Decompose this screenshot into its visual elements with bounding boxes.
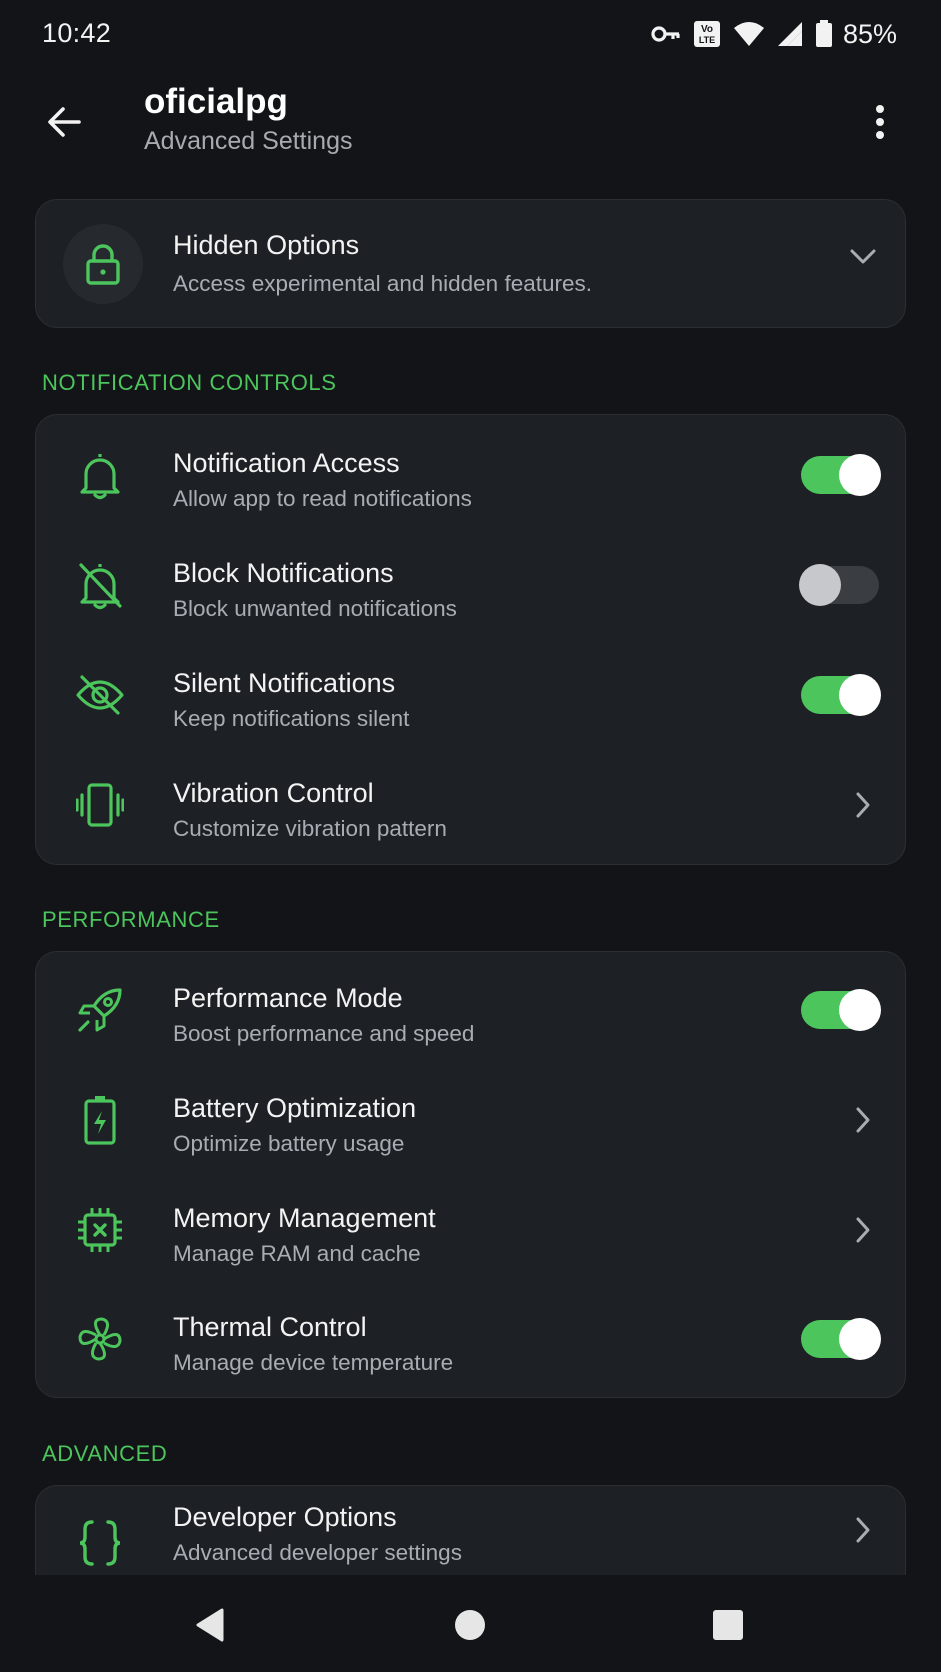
row-subtitle: Optimize battery usage — [173, 1131, 405, 1156]
toggle-knob — [799, 564, 841, 606]
volte-icon: Vo LTE — [693, 20, 721, 48]
row-subtitle: Manage device temperature — [173, 1350, 454, 1375]
row-subtitle: Advanced developer settings — [173, 1540, 462, 1565]
toggle-knob — [839, 454, 881, 496]
row-subtitle: Allow app to read notifications — [173, 486, 472, 511]
row-title: Block Notifications — [173, 558, 394, 588]
bell-icon — [70, 448, 130, 502]
row-subtitle: Manage RAM and cache — [173, 1241, 421, 1266]
row-subtitle: Keep notifications silent — [173, 706, 410, 731]
row-title: Battery Optimization — [173, 1093, 417, 1123]
thermal-control-row[interactable]: Thermal Control Manage device temperatur… — [36, 1284, 907, 1394]
block-notifications-toggle[interactable] — [799, 564, 879, 606]
section-header-performance: PERFORMANCE — [42, 907, 220, 932]
svg-text:Vo: Vo — [701, 24, 713, 35]
code-braces-icon — [70, 1516, 130, 1570]
eye-off-icon — [70, 668, 130, 722]
svg-text:LTE: LTE — [699, 35, 715, 45]
nav-home-icon — [455, 1610, 485, 1640]
memory-chip-icon — [70, 1203, 130, 1257]
vibration-control-row[interactable]: Vibration Control Customize vibration pa… — [36, 750, 907, 860]
page-subtitle: Advanced Settings — [144, 127, 353, 155]
chevron-right-icon — [856, 1517, 870, 1543]
battery-percent: 85% — [842, 18, 897, 49]
chevron-down-icon[interactable] — [849, 248, 877, 271]
vibration-icon — [70, 778, 130, 832]
performance-mode-row[interactable]: Performance Mode Boost performance and s… — [36, 955, 907, 1065]
row-title: Silent Notifications — [173, 668, 396, 698]
arrow-back-icon — [48, 107, 81, 137]
status-time: 10:42 — [42, 18, 112, 48]
toggle-knob — [839, 674, 881, 716]
notification-access-row[interactable]: Notification Access Allow app to read no… — [36, 420, 907, 530]
more-options-button[interactable] — [855, 92, 905, 152]
row-subtitle: Block unwanted notifications — [173, 596, 457, 621]
status-icons: Vo LTE 85% — [651, 17, 897, 51]
performance-card: Performance Mode Boost performance and s… — [35, 951, 906, 1398]
chevron-right-icon — [856, 1107, 870, 1133]
hidden-options-title: Hidden Options — [173, 230, 360, 260]
status-bar: 10:42 Vo LTE 85% — [0, 0, 941, 68]
block-notifications-row[interactable]: Block Notifications Block unwanted notif… — [36, 530, 907, 640]
battery-icon — [815, 20, 833, 48]
performance-mode-toggle[interactable] — [801, 989, 881, 1031]
chevron-right-icon — [856, 792, 870, 818]
toggle-knob — [839, 989, 881, 1031]
nav-recents-icon — [713, 1610, 743, 1640]
chevron-right-icon — [856, 1217, 870, 1243]
nav-back-icon — [196, 1608, 224, 1642]
section-header-notification: NOTIFICATION CONTROLS — [42, 370, 337, 395]
toggle-knob — [839, 1318, 881, 1360]
nav-recents-button[interactable] — [698, 1595, 758, 1655]
vpn-key-icon — [651, 23, 681, 45]
row-title: Performance Mode — [173, 983, 403, 1013]
row-title: Thermal Control — [173, 1312, 367, 1342]
hidden-options-card[interactable]: Hidden Options Access experimental and h… — [35, 199, 906, 328]
notification-access-toggle[interactable] — [801, 454, 881, 496]
row-title: Memory Management — [173, 1203, 436, 1233]
battery-charging-icon — [70, 1093, 130, 1147]
nav-home-button[interactable] — [440, 1595, 500, 1655]
more-vert-icon — [876, 105, 884, 139]
row-title: Vibration Control — [173, 778, 374, 808]
section-header-advanced: ADVANCED — [42, 1441, 168, 1466]
screen: 10:42 Vo LTE 85% oficialpg Advanced Sett… — [0, 0, 941, 1672]
bell-off-icon — [70, 558, 130, 612]
page-title: oficialpg — [144, 82, 288, 121]
nav-back-button[interactable] — [180, 1595, 240, 1655]
silent-notifications-toggle[interactable] — [801, 674, 881, 716]
row-title: Notification Access — [173, 448, 400, 478]
lock-icon-container — [63, 224, 143, 304]
row-subtitle: Boost performance and speed — [173, 1021, 475, 1046]
memory-management-row[interactable]: Memory Management Manage RAM and cache — [36, 1175, 907, 1285]
wifi-icon — [733, 21, 765, 47]
back-button[interactable] — [34, 92, 94, 152]
lock-icon — [86, 244, 120, 285]
hidden-options-description: Access experimental and hidden features. — [173, 271, 592, 296]
battery-optimization-row[interactable]: Battery Optimization Optimize battery us… — [36, 1065, 907, 1175]
signal-icon — [777, 21, 803, 47]
title-block: oficialpg Advanced Settings — [144, 82, 352, 158]
notification-controls-card: Notification Access Allow app to read no… — [35, 414, 906, 865]
rocket-icon — [70, 983, 130, 1037]
thermal-control-toggle[interactable] — [801, 1318, 881, 1360]
app-bar: oficialpg Advanced Settings — [0, 68, 941, 178]
fan-icon — [70, 1312, 130, 1366]
row-subtitle: Customize vibration pattern — [173, 816, 447, 841]
row-title: Developer Options — [173, 1502, 397, 1532]
silent-notifications-row[interactable]: Silent Notifications Keep notifications … — [36, 640, 907, 750]
system-nav-bar — [0, 1575, 941, 1672]
